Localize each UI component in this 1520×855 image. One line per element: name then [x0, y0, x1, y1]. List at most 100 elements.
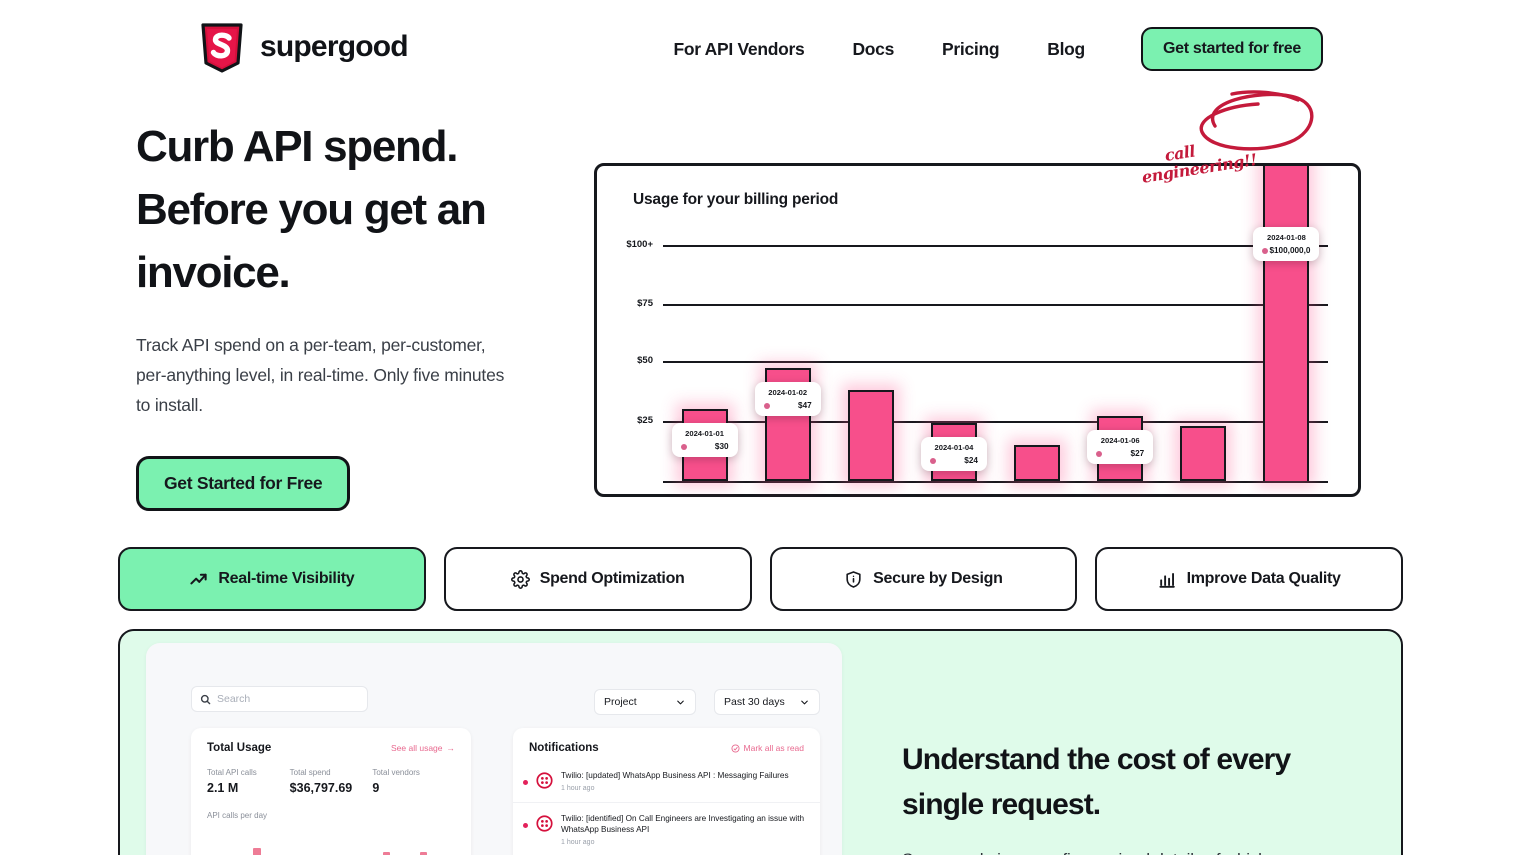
page-title: Curb API spend. Before you get an invoic… [136, 115, 556, 304]
tooltip-series-dot-icon [1096, 450, 1103, 457]
mark-all-as-read-button[interactable]: Mark all as read [731, 743, 804, 753]
total-usage-card-header: Total Usage See all usage → [191, 728, 471, 754]
mark-all-as-read-label: Mark all as read [743, 743, 804, 753]
bar-chart-icon [1159, 572, 1175, 588]
chart-y-axis-label: $50 [637, 355, 653, 366]
tooltip-row: $24 [929, 456, 978, 466]
total-usage-card: Total Usage See all usage → Total API ca… [191, 728, 471, 855]
get-started-hero-button[interactable]: Get Started for Free [136, 456, 351, 511]
notification-text: Twilio: [identified] On Call Engineers a… [561, 813, 805, 835]
tooltip-date: 2024-01-01 [685, 429, 724, 438]
search-icon [200, 694, 211, 704]
unread-dot-icon [523, 822, 528, 828]
brand-name: supergood [260, 30, 409, 63]
chart-tooltip: 2024-01-08 $100,000,0 [1253, 227, 1320, 261]
stat-total-vendors: Total vendors 9 [372, 768, 455, 795]
tooltip-date: 2024-01-06 [1100, 436, 1140, 446]
chevron-down-icon [677, 700, 684, 704]
nav-item-pricing[interactable]: Pricing [918, 39, 1023, 60]
tab-label-secure-by-design: Secure by Design [873, 570, 1003, 587]
tooltip-value: $100,000,0 [1269, 246, 1311, 255]
see-all-usage-label: See all usage [390, 743, 443, 753]
tooltip-row: $27 [1096, 449, 1144, 458]
chart-y-axis-label: $25 [637, 415, 653, 426]
chart-bars [663, 166, 1328, 500]
tooltip-series-dot-icon [680, 443, 687, 450]
hero-title-line-1: Curb API spend. [136, 122, 458, 171]
notification-timestamp: 1 hour ago [561, 838, 595, 846]
chart-y-axis-label: $75 [637, 298, 653, 309]
tooltip-value: $24 [964, 456, 978, 466]
tooltip-date: 2024-01-02 [768, 388, 808, 398]
stat-label-total-api-calls: Total API calls [207, 768, 257, 777]
chart-tooltip: 2024-01-02 $47 [754, 382, 821, 417]
get-started-header-button[interactable]: Get started for free [1140, 27, 1323, 71]
hero-title-line-3: invoice. [136, 248, 291, 297]
search-placeholder: Search [217, 693, 251, 705]
notification-body: Twilio: [identified] On Call Engineers a… [561, 813, 806, 846]
notifications-list: Twilio: [updated] WhatsApp Business API … [513, 760, 820, 855]
chart-tooltip: 2024-01-01 $30 [671, 423, 738, 457]
tab-label-improve-data-quality: Improve Data Quality [1186, 570, 1341, 587]
date-range-dropdown[interactable]: Past 30 days [714, 689, 820, 715]
brand-logo[interactable]: supergood [198, 21, 409, 73]
hero-title-line-2: Before you get an [136, 185, 487, 234]
site-header: supergood For API Vendors Docs Pricing B… [0, 0, 1520, 95]
nav-item-for-api-vendors[interactable]: For API Vendors [649, 39, 828, 60]
chart-bar[interactable] [1180, 425, 1227, 481]
stat-value-total-vendors: 9 [372, 781, 380, 795]
shield-info-icon [846, 570, 861, 588]
tooltip-row: $30 [680, 442, 729, 451]
notification-item[interactable]: Twilio: [identified] On Call Engineers a… [513, 803, 820, 855]
date-range-dropdown-value: Past 30 days [724, 696, 785, 708]
nav-item-blog[interactable]: Blog [1023, 39, 1109, 60]
tab-spend-optimization[interactable]: Spend Optimization [443, 547, 752, 611]
twilio-icon [536, 814, 553, 832]
search-input[interactable]: Search [191, 686, 368, 712]
tab-secure-by-design[interactable]: Secure by Design [769, 547, 1078, 611]
notification-timestamp: 1 hour ago [561, 784, 595, 792]
hero-content: Curb API spend. Before you get an invoic… [136, 115, 556, 511]
usage-chart-card: Usage for your billing period $100+ $75 $5… [594, 163, 1361, 497]
stat-label-total-spend: Total spend [289, 768, 331, 777]
project-dropdown-value: Project [604, 696, 637, 708]
chevron-down-icon [801, 700, 808, 704]
tooltip-date: 2024-01-08 [1267, 233, 1306, 242]
tab-label-spend-optimization: Spend Optimization [539, 570, 685, 587]
notification-text: Twilio: [updated] WhatsApp Business API … [561, 771, 789, 780]
trending-up-icon [190, 573, 208, 584]
tab-real-time-visibility[interactable]: Real-time Visibility [118, 547, 426, 611]
product-showcase-section: Search Project Past 30 days Total Usage [118, 629, 1403, 855]
unread-dot-icon [523, 780, 528, 785]
tooltip-series-dot-icon [1262, 247, 1269, 254]
chart-tooltip: 2024-01-06 $27 [1087, 430, 1154, 465]
tooltip-value: $27 [1130, 449, 1145, 459]
showcase-body: Supergood gives you fine-grained details… [902, 845, 1372, 855]
landing-page: supergood For API Vendors Docs Pricing B… [0, 0, 1520, 855]
stat-total-spend: Total spend $36,797.69 [290, 768, 373, 795]
twilio-icon [536, 772, 553, 789]
tab-improve-data-quality[interactable]: Improve Data Quality [1095, 547, 1403, 611]
mini-chart-label: API calls per day [207, 811, 268, 820]
chart-bar[interactable] [847, 389, 894, 481]
project-dropdown[interactable]: Project [594, 689, 696, 715]
gear-icon [510, 569, 530, 589]
stat-label-total-vendors: Total vendors [372, 768, 420, 777]
api-calls-per-day-chart [207, 848, 455, 855]
chart-bar[interactable] [1014, 445, 1061, 481]
chart-bar[interactable] [1263, 166, 1310, 481]
notifications-title: Notifications [529, 742, 599, 754]
see-all-usage-link[interactable]: See all usage → [391, 743, 455, 753]
notification-item[interactable]: Twilio: [updated] WhatsApp Business API … [513, 760, 820, 803]
tab-label-real-time-visibility: Real-time Visibility [218, 570, 355, 587]
nav-item-docs[interactable]: Docs [828, 39, 918, 60]
feature-tabs: Real-time Visibility Spend Optimization … [118, 547, 1403, 611]
hero-subtitle: Track API spend on a per-team, per-custo… [136, 335, 505, 415]
stat-value-total-api-calls: 2.1 M [207, 781, 239, 795]
stat-total-api-calls: Total API calls 2.1 M [207, 768, 290, 795]
showcase-title: Understand the cost of every single requ… [902, 743, 1291, 821]
mini-chart-bar [253, 848, 261, 855]
main-navigation: For API Vendors Docs Pricing Blog Get st… [649, 27, 1323, 71]
tooltip-value: $47 [798, 401, 812, 411]
tooltip-date: 2024-01-04 [934, 443, 974, 453]
